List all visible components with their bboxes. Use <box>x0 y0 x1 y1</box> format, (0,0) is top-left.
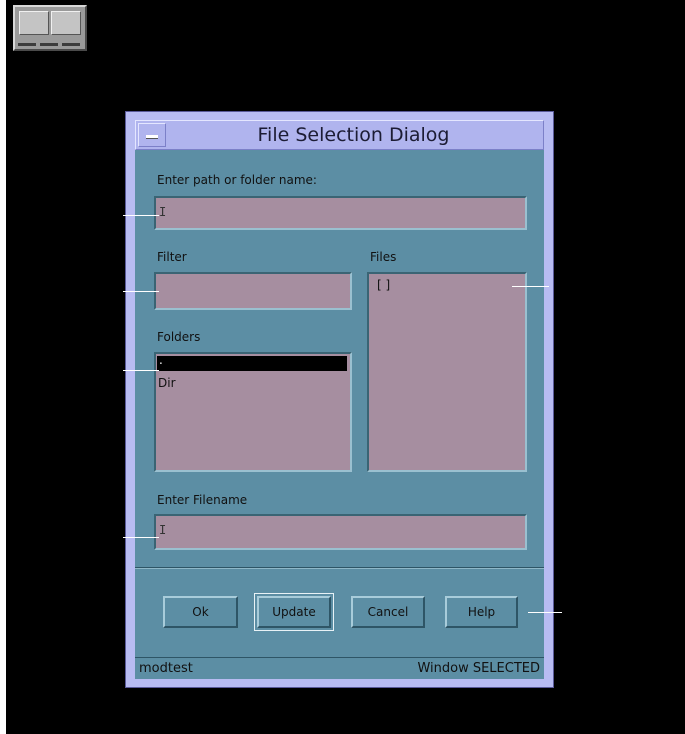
text-cursor-icon: I <box>159 523 167 537</box>
pointer-line <box>123 215 159 216</box>
status-app-name: modtest <box>139 661 193 676</box>
pointer-line <box>123 537 159 538</box>
list-item[interactable]: Dir <box>158 376 176 390</box>
icon-pane-left <box>19 11 49 35</box>
window-icon[interactable] <box>13 5 87 51</box>
icon-pane-right <box>51 11 81 35</box>
path-label: Enter path or folder name: <box>157 173 317 187</box>
files-label: Files <box>370 250 397 264</box>
path-input[interactable]: I <box>154 196 527 230</box>
dialog-body: Enter path or folder name: I Filter File… <box>135 150 544 657</box>
title-bar[interactable]: File Selection Dialog <box>135 120 544 150</box>
window-title: File Selection Dialog <box>257 124 450 146</box>
cancel-button[interactable]: Cancel <box>351 596 425 628</box>
icon-bar <box>40 43 58 46</box>
update-button[interactable]: Update <box>254 593 334 631</box>
filename-input[interactable]: I <box>154 514 527 550</box>
window-menu-icon <box>146 135 158 139</box>
window-menu-button[interactable] <box>138 123 166 147</box>
folders-list[interactable]: . Dir <box>154 352 352 472</box>
status-window-state: Window SELECTED <box>417 661 540 676</box>
filter-label: Filter <box>157 250 187 264</box>
filter-input[interactable] <box>154 272 352 310</box>
filename-label: Enter Filename <box>157 493 248 507</box>
pointer-line <box>528 612 562 613</box>
ok-button[interactable]: Ok <box>163 596 238 628</box>
pointer-line <box>512 286 549 287</box>
icon-bar <box>62 43 80 46</box>
file-selection-dialog: File Selection Dialog Enter path or fold… <box>125 111 554 688</box>
files-list[interactable]: [ ] <box>367 272 527 472</box>
pointer-line <box>123 370 159 371</box>
separator <box>135 567 544 569</box>
icon-bar <box>18 43 36 46</box>
help-button[interactable]: Help <box>445 596 518 628</box>
status-bar: modtest Window SELECTED <box>135 657 544 679</box>
list-item[interactable]: [ ] <box>377 278 390 292</box>
list-item-selected[interactable]: . <box>157 353 347 371</box>
text-cursor-icon: I <box>159 205 167 219</box>
pointer-line <box>123 291 159 292</box>
folders-label: Folders <box>157 330 201 344</box>
